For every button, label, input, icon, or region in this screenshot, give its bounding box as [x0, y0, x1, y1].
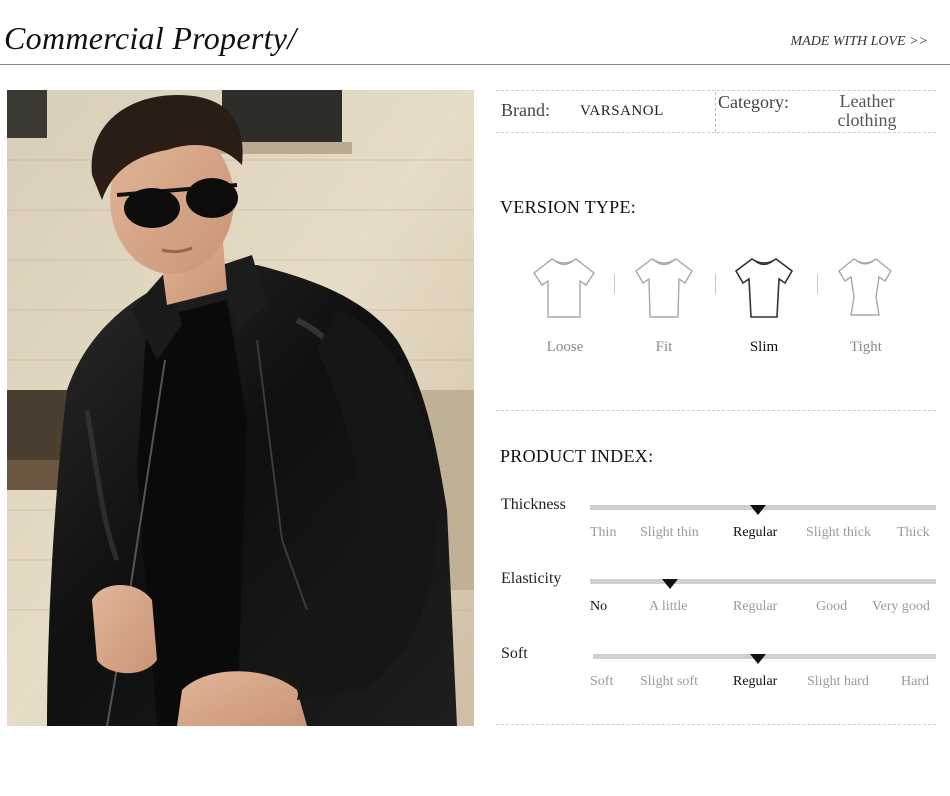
- indicator-triangle-icon: [750, 505, 766, 515]
- divider: [496, 724, 936, 725]
- slim-shirt-icon: [734, 258, 794, 318]
- divider: [614, 274, 615, 294]
- version-option-tight[interactable]: Tight: [821, 339, 911, 356]
- product-photo: [7, 90, 474, 726]
- version-type-title: VERSION TYPE:: [500, 197, 637, 217]
- elasticity-scale-bar: [590, 579, 936, 584]
- loose-shirt-icon: [533, 258, 595, 318]
- brand-category-box: Brand: VARSANOL Category: Leather clothi…: [496, 90, 936, 132]
- indicator-triangle-icon: [662, 579, 678, 589]
- soft-option-regular: Regular: [733, 674, 778, 689]
- thickness-option-thin: Thin: [590, 525, 617, 540]
- version-option-slim[interactable]: Slim: [719, 339, 809, 356]
- brand-label: Brand:: [501, 100, 550, 120]
- version-option-fit[interactable]: Fit: [619, 339, 709, 356]
- divider: [715, 274, 716, 294]
- thickness-option-slight-thin: Slight thin: [640, 525, 699, 540]
- category-value-line1: Leather: [839, 91, 895, 111]
- brand-value: VARSANOL: [580, 103, 664, 119]
- tight-shirt-icon: [838, 258, 892, 316]
- divider: [496, 132, 936, 133]
- thickness-option-thick: Thick: [897, 525, 930, 540]
- version-option-loose[interactable]: Loose: [520, 339, 610, 356]
- elasticity-option-no: No: [590, 599, 608, 614]
- elasticity-option-a-little: A little: [649, 599, 688, 614]
- elasticity-option-regular: Regular: [733, 599, 778, 614]
- soft-label: Soft: [501, 645, 528, 662]
- thickness-label: Thickness: [501, 496, 566, 513]
- elasticity-option-good: Good: [816, 599, 848, 614]
- indicator-triangle-icon: [750, 654, 766, 664]
- thickness-option-regular: Regular: [733, 525, 778, 540]
- divider: [817, 274, 818, 294]
- soft-option-soft: Soft: [590, 674, 614, 689]
- elasticity-label: Elasticity: [501, 570, 562, 587]
- category-value: Leather clothing: [812, 92, 922, 130]
- soft-option-hard: Hard: [901, 674, 929, 689]
- category-value-line2: clothing: [837, 110, 897, 130]
- soft-option-slight-soft: Slight soft: [640, 674, 698, 689]
- elasticity-option-very-good: Very good: [872, 599, 930, 614]
- divider: [496, 410, 936, 411]
- divider: [715, 92, 716, 132]
- header-divider: [0, 64, 950, 65]
- soft-option-slight-hard: Slight hard: [807, 674, 869, 689]
- made-with-love-link[interactable]: MADE WITH LOVE >>: [791, 34, 929, 50]
- thickness-option-slight-thick: Slight thick: [806, 525, 871, 540]
- category-label: Category:: [718, 92, 789, 112]
- fit-shirt-icon: [635, 258, 693, 318]
- page-title: Commercial Property/: [4, 20, 297, 56]
- product-index-title: PRODUCT INDEX:: [500, 446, 654, 466]
